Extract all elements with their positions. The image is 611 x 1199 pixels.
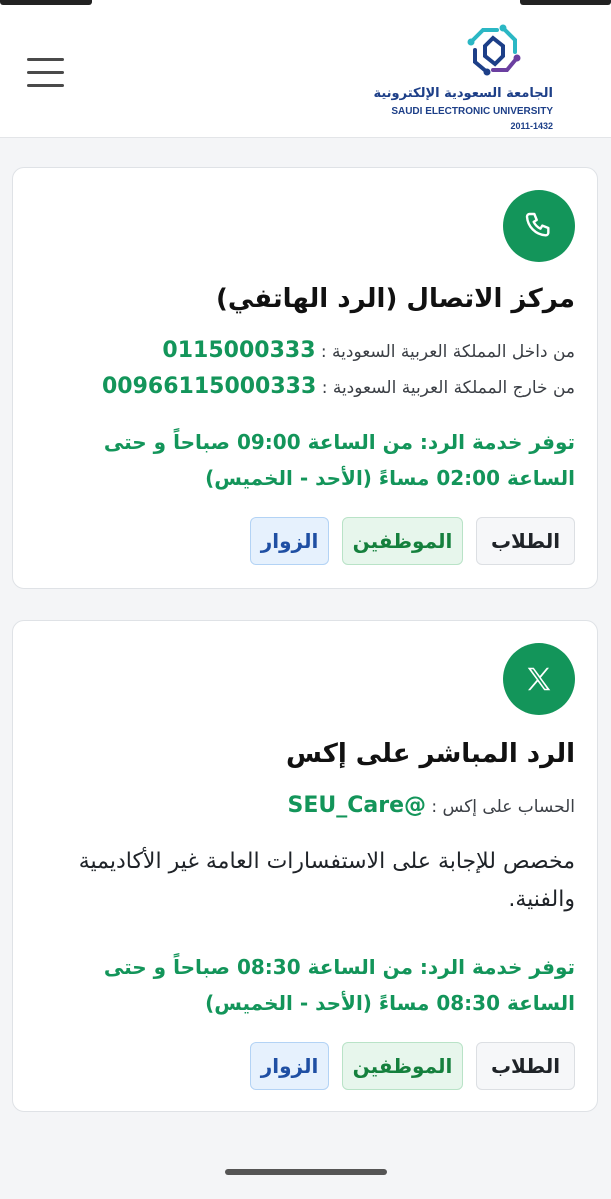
logo-arabic-text: الجامعة السعودية الإلكترونية	[373, 86, 553, 101]
outside-ksa-label: من خارج المملكة العربية السعودية :	[321, 378, 575, 398]
phone-icon	[503, 190, 575, 262]
university-logo[interactable]: الجامعة السعودية الإلكترونية SAUDI ELECT…	[373, 20, 553, 135]
seu-logo-mark-icon	[467, 24, 521, 76]
tag-visitors[interactable]: الزوار	[250, 517, 329, 565]
logo-english-text: SAUDI ELECTRONIC UNIVERSITY	[391, 106, 553, 117]
x-logo-icon	[503, 643, 575, 715]
tag-staff[interactable]: الموظفين	[342, 1042, 463, 1090]
tag-staff[interactable]: الموظفين	[342, 517, 463, 565]
outside-ksa-phone-link[interactable]: 00966115000333	[102, 374, 316, 399]
inside-ksa-phone-link[interactable]: 0115000333	[162, 338, 315, 363]
audience-tags: الطلاب الموظفين الزوار	[250, 1042, 575, 1090]
logo-years-text: 2011-1432	[510, 121, 553, 131]
tag-students[interactable]: الطلاب	[476, 517, 575, 565]
x-account-label: الحساب على إكس :	[431, 797, 575, 817]
inside-ksa-line: من داخل المملكة العربية السعودية : 01150…	[162, 338, 575, 363]
hamburger-menu-icon[interactable]	[27, 58, 64, 88]
x-account-link[interactable]: @SEU_Care	[287, 793, 426, 818]
top-navbar: الجامعة السعودية الإلكترونية SAUDI ELECT…	[0, 10, 611, 138]
home-indicator[interactable]	[225, 1169, 387, 1175]
tag-students[interactable]: الطلاب	[476, 1042, 575, 1090]
x-description: مخصص للإجابة على الاستفسارات العامة غير …	[78, 849, 575, 912]
inside-ksa-label: من داخل المملكة العربية السعودية :	[320, 342, 575, 362]
availability-text: توفر خدمة الرد: من الساعة 08:30 صباحاً و…	[103, 955, 575, 1015]
audience-tags: الطلاب الموظفين الزوار	[250, 517, 575, 565]
card-title: الرد المباشر على إكس	[285, 739, 575, 769]
tag-visitors[interactable]: الزوار	[250, 1042, 329, 1090]
status-bar	[0, 0, 611, 10]
outside-ksa-line: من خارج المملكة العربية السعودية : 00966…	[102, 374, 575, 399]
x-account-line: الحساب على إكس : @SEU_Care	[287, 793, 575, 818]
x-support-card: الرد المباشر على إكس الحساب على إكس : @S…	[12, 620, 598, 1112]
call-center-card: مركز الاتصال (الرد الهاتفي) من داخل المم…	[12, 167, 598, 589]
card-title: مركز الاتصال (الرد الهاتفي)	[215, 284, 575, 314]
availability-text: توفر خدمة الرد: من الساعة 09:00 صباحاً و…	[103, 430, 575, 490]
